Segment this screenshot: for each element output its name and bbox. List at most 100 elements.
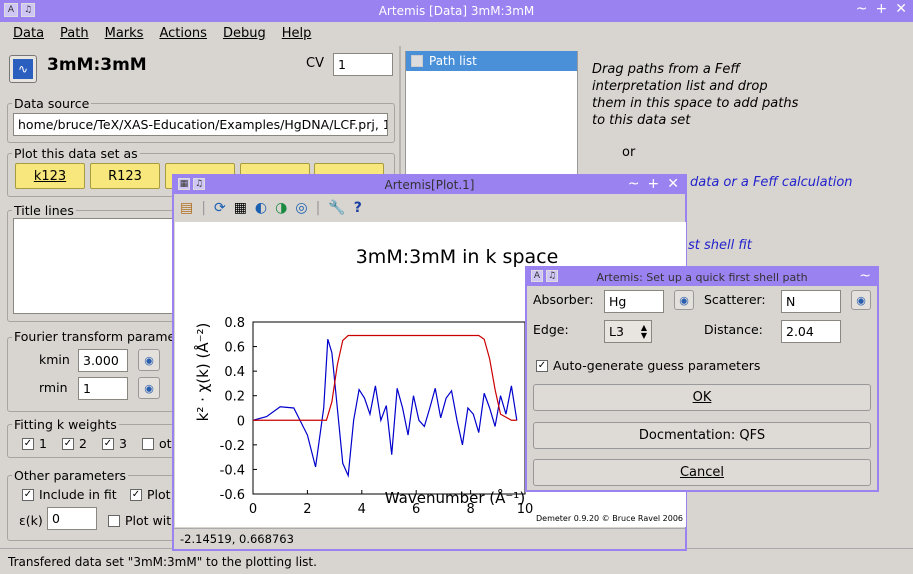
y-tick-label: 0.4 (224, 365, 245, 380)
y-tick-label: -0.4 (220, 463, 245, 478)
kmin-input[interactable]: 3.000 (78, 349, 128, 372)
or-text: or (622, 145, 636, 160)
dialog-app-icon: A (531, 270, 543, 282)
kweight-3-box: ✓ (102, 437, 114, 450)
rmin-pick-button[interactable]: ◉ (138, 377, 160, 399)
menu-marks-label: Marks (104, 25, 144, 41)
edge-label: Edge: (533, 322, 569, 337)
x-tick-label: 4 (358, 502, 366, 517)
plot-app-icon: ▦ (178, 178, 190, 190)
close-icon[interactable]: ✕ (895, 1, 907, 17)
grid-icon[interactable]: ▦ (234, 200, 247, 216)
spin-arrows-icon[interactable]: ▲ ▼ (641, 323, 647, 340)
zoom-in-icon[interactable]: ◎ (295, 200, 307, 216)
plot-maximize-icon[interactable]: + (648, 176, 660, 192)
title-lines-label: Title lines (12, 203, 76, 218)
kweight-1-checkbox[interactable]: ✓ 1 (22, 436, 47, 451)
rmin-input[interactable]: 1 (78, 377, 128, 400)
absorber-input[interactable]: Hg (604, 290, 664, 313)
y-tick-label: -0.6 (220, 488, 245, 503)
menu-help-label: Help (281, 25, 312, 41)
ok-button[interactable]: OK (533, 384, 871, 411)
main-window-title: Artemis [Data] 3mM:3mM (378, 4, 535, 18)
menu-debug-label: Debug (222, 25, 266, 41)
plot-with-checkbox[interactable]: Plot wit (108, 513, 171, 528)
distance-input[interactable]: 2.04 (781, 320, 841, 343)
plot-label: Plot (147, 487, 171, 502)
kweight-2-checkbox[interactable]: ✓ 2 (62, 436, 87, 451)
cancel-button[interactable]: Cancel (533, 459, 871, 486)
kweight-2-box: ✓ (62, 437, 74, 450)
edge-select[interactable]: L3 ▲ ▼ (604, 320, 652, 343)
chart-lines (252, 334, 518, 478)
plot-title-bar: ▦ ♫ Artemis[Plot.1] ~ + ✕ (174, 176, 685, 194)
epsilon-input[interactable]: 0 (47, 507, 97, 530)
dialog-title: Artemis: Set up a quick first shell path (596, 270, 808, 284)
scatterer-label: Scatterer: (704, 292, 766, 307)
dialog-minimize-icon[interactable]: ~ (859, 268, 871, 284)
dialog-window-menu-icon[interactable]: ♫ (546, 270, 558, 282)
chart-ylabel: k² · χ(k) (Å⁻²) (193, 323, 212, 422)
maximize-icon[interactable]: + (876, 1, 888, 17)
kweights-label: Fitting k weights (12, 417, 119, 432)
kweight-other-checkbox[interactable]: ot (142, 436, 172, 451)
kweight-other-box (142, 437, 154, 450)
data-source-input[interactable]: home/bruce/TeX/XAS-Education/Examples/Hg… (13, 113, 388, 136)
coords-readout: -2.14519, 0.668763 (180, 532, 294, 546)
plot-close-icon[interactable]: ✕ (667, 176, 679, 192)
cv-input[interactable]: 1 (333, 53, 393, 76)
path-list-checkbox[interactable] (411, 55, 423, 67)
kweight-3-checkbox[interactable]: ✓ 3 (102, 436, 127, 451)
kweight-1-label: 1 (39, 436, 47, 451)
plot-minimize-icon[interactable]: ~ (628, 176, 640, 192)
distance-label: Distance: (704, 322, 763, 337)
plot-checkbox[interactable]: ✓ Plot (130, 487, 171, 502)
auto-generate-box: ✓ (536, 359, 548, 372)
first-shell-link[interactable]: st shell fit (688, 238, 752, 253)
menu-help[interactable]: Help (275, 26, 319, 41)
refresh-icon[interactable]: ⟳ (214, 200, 226, 216)
plot-status-bar: -2.14519, 0.668763 (174, 528, 685, 549)
toolbar-separator: | (201, 200, 206, 216)
x-tick-label: 2 (303, 502, 311, 517)
y-tick-label: 0.8 (224, 316, 245, 331)
zoom-fit-icon[interactable]: ◑ (275, 200, 287, 216)
plot-with-box (108, 514, 120, 527)
menu-path[interactable]: Path (53, 26, 96, 41)
menu-marks[interactable]: Marks (98, 26, 151, 41)
auto-generate-checkbox[interactable]: ✓ Auto-generate guess parameters (536, 358, 760, 373)
minimize-icon[interactable]: ~ (856, 1, 868, 17)
menu-data-label: Data (13, 25, 45, 41)
scatterer-input[interactable]: N (781, 290, 841, 313)
help-icon[interactable]: ? (354, 200, 362, 216)
kweight-3-label: 3 (119, 436, 127, 451)
drag-instructions: Drag paths from a Feff interpretation li… (592, 62, 799, 128)
documentation-button[interactable]: Docmentation: QFS (533, 422, 871, 449)
plot-k123-button[interactable]: k123 (15, 163, 85, 189)
path-list-tab[interactable]: Path list (406, 51, 577, 71)
kweight-1-box: ✓ (22, 437, 34, 450)
kmin-pick-button[interactable]: ◉ (138, 349, 160, 371)
dataset-name: 3mM:3mM (47, 55, 147, 75)
absorber-periodic-table-button[interactable]: ◉ (674, 290, 694, 310)
edge-value: L3 (609, 324, 624, 339)
settings-wrench-icon[interactable]: 🔧 (328, 200, 345, 216)
y-tick-label: 0.2 (224, 390, 245, 405)
cv-label: CV (306, 56, 324, 71)
scatterer-periodic-table-button[interactable]: ◉ (851, 290, 871, 310)
zoom-out-icon[interactable]: ◐ (255, 200, 267, 216)
include-in-fit-checkbox[interactable]: ✓ Include in fit (22, 487, 117, 502)
plot-window-menu-icon[interactable]: ♫ (193, 178, 205, 190)
menu-actions[interactable]: Actions (152, 26, 214, 41)
data-source-label: Data source (12, 96, 92, 111)
auto-generate-label: Auto-generate guess parameters (553, 358, 761, 373)
menu-debug[interactable]: Debug (216, 26, 273, 41)
plot-toolbar: ▤ | ⟳ ▦ ◐ ◑ ◎ | 🔧 ? (174, 196, 685, 220)
plot-r123-button[interactable]: R123 (90, 163, 160, 189)
feff-link[interactable]: data or a Feff calculation (690, 175, 853, 190)
menu-data[interactable]: Data (6, 26, 51, 41)
save-image-icon[interactable]: ▤ (180, 200, 193, 216)
dataset-icon-button[interactable]: ∿ (9, 55, 37, 83)
rmin-label: rmin (39, 380, 68, 395)
window-menu-icon[interactable]: ♫ (21, 3, 35, 17)
